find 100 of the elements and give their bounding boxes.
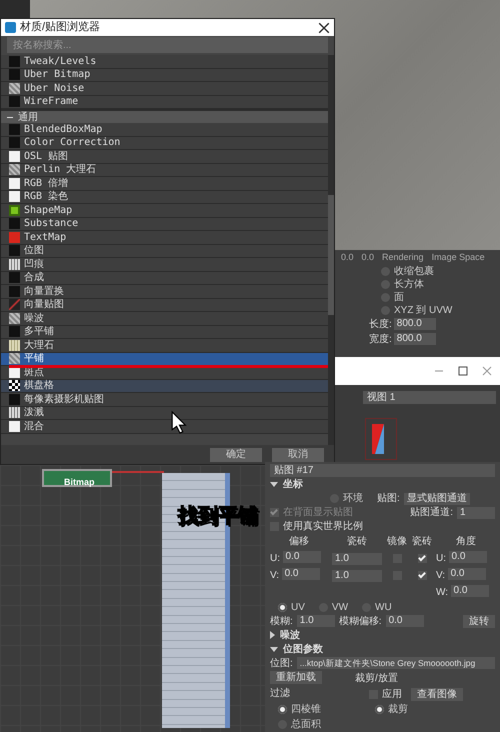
number-field[interactable]: 0.0: [450, 585, 489, 597]
view-image-button[interactable]: 查看图像: [411, 688, 463, 701]
rollout-header[interactable]: 坐标: [270, 478, 495, 491]
field-label: 贴图:: [377, 492, 400, 506]
item-label: RGB 染色: [24, 190, 68, 204]
map-swatch-icon: [9, 124, 20, 135]
radio-button[interactable]: [278, 705, 287, 714]
list-item[interactable]: 合成: [1, 272, 328, 285]
list-item[interactable]: Tweak/Levels: [1, 55, 328, 68]
list-item[interactable]: 向量贴图: [1, 298, 328, 312]
map-channel-dropdown[interactable]: 显式贴图通道: [404, 492, 470, 504]
list-item[interactable]: 每像素摄影机贴图: [1, 393, 328, 406]
list-item[interactable]: Substance: [1, 218, 328, 231]
list-item[interactable]: 混合: [1, 420, 328, 434]
app-icon: [5, 22, 16, 33]
item-label: Tweak/Levels: [24, 55, 96, 69]
node-thumbnail-icon[interactable]: [365, 418, 397, 460]
list-item[interactable]: 大理石: [1, 339, 328, 352]
number-field[interactable]: 1.0: [332, 552, 382, 564]
map-swatch-icon: [9, 204, 20, 216]
checkbox[interactable]: [418, 554, 426, 563]
toolbar-text: 0.0: [362, 251, 374, 264]
radio-button[interactable]: [278, 602, 287, 612]
radio-label: UV: [291, 600, 305, 615]
list-item[interactable]: OSL 贴图: [1, 150, 328, 164]
checkbox[interactable]: [418, 571, 426, 580]
number-field[interactable]: 0.0: [448, 568, 486, 580]
scrollbar[interactable]: [328, 55, 334, 445]
list-item[interactable]: WireFrame: [1, 96, 328, 109]
list-item[interactable]: Color Correction: [1, 136, 328, 150]
map-swatch-icon: [9, 191, 20, 202]
item-label: 棋盘格: [24, 378, 54, 394]
number-field[interactable]: 0.0: [282, 568, 320, 580]
column-header: 偏移: [288, 535, 310, 549]
toolbar-text: Rendering: [382, 251, 424, 264]
map-swatch-icon: [9, 407, 20, 418]
list-item[interactable]: 多平铺: [1, 326, 328, 339]
expand-icon: [270, 482, 278, 487]
dialog-button[interactable]: 取消: [272, 448, 324, 462]
list-item[interactable]: 泼溅: [1, 406, 328, 420]
map-swatch-icon: [9, 380, 20, 392]
item-label: 大理石: [24, 338, 54, 353]
radio-label: 总面积: [291, 718, 321, 732]
field-label: 模糊:: [270, 614, 293, 628]
map-swatch-icon: [9, 340, 20, 351]
number-field[interactable]: 0.0: [386, 615, 424, 627]
dialog-button[interactable]: 确定: [210, 448, 262, 462]
map-swatch-icon: [9, 312, 20, 324]
map-swatch-icon: [9, 232, 20, 243]
dialog-title: 材质/贴图浏览器: [20, 20, 100, 36]
item-label: 向量贴图: [24, 298, 64, 312]
field-label: 位图:: [270, 656, 293, 670]
rollout-header[interactable]: 位图参数: [270, 642, 495, 656]
close-icon[interactable]: [318, 22, 330, 34]
maximize-icon[interactable]: [458, 366, 468, 376]
list-item[interactable]: Perlin 大理石: [1, 164, 328, 177]
radio-label: 收缩包裹: [394, 264, 434, 278]
list-item[interactable]: Uber Bitmap: [1, 68, 328, 82]
rollout-header[interactable]: 噪波: [270, 628, 495, 642]
section-header[interactable]: 通用: [1, 109, 328, 123]
axis-label: U:: [436, 552, 446, 566]
search-field[interactable]: 按名称搜索...: [7, 37, 328, 53]
field-label: 模糊偏移:: [338, 614, 382, 628]
number-field[interactable]: 1: [457, 506, 495, 518]
number-field[interactable]: 0.0: [282, 551, 320, 563]
list-item[interactable]: 棋盘格: [1, 380, 328, 393]
bitmap-path-button[interactable]: ...ktop\新建文件夹\Stone Grey Smoooooth.jpg: [296, 657, 495, 669]
list-item[interactable]: 平铺: [1, 352, 328, 366]
number-field[interactable]: 1.0: [296, 615, 335, 627]
list-item[interactable]: Uber Noise: [1, 82, 328, 96]
list-item[interactable]: 位图: [1, 244, 328, 258]
bitmap-node[interactable]: Bitmap: [42, 469, 112, 487]
number-field[interactable]: 800.0: [394, 318, 436, 330]
item-label: ShapeMap: [24, 204, 72, 218]
map-swatch-icon: [9, 96, 20, 108]
item-label: 每像素摄影机贴图: [24, 392, 104, 406]
radio-button[interactable]: [375, 705, 384, 714]
rollout-title: 噪波: [280, 628, 300, 642]
map-swatch-icon: [9, 420, 20, 432]
map-swatch-icon: [9, 353, 20, 364]
number-field[interactable]: 800.0: [394, 333, 436, 345]
list-item[interactable]: 向量置换: [1, 285, 328, 298]
rotate-button[interactable]: 旋转: [463, 614, 495, 628]
number-field[interactable]: 1.0: [332, 570, 382, 582]
list-item[interactable]: TextMap: [1, 231, 328, 244]
map-swatch-icon: [9, 299, 20, 310]
map-swatch-icon: [9, 150, 20, 162]
item-label: 合成: [24, 270, 44, 286]
list-item[interactable]: RGB 倍增: [1, 177, 328, 190]
number-field[interactable]: 0.0: [448, 551, 486, 563]
reload-button[interactable]: 重新加载: [270, 670, 322, 684]
list-item[interactable]: 凹痕: [1, 258, 328, 272]
map-swatch-icon: [9, 56, 20, 67]
list-item[interactable]: ShapeMap: [1, 204, 328, 218]
map-name-field[interactable]: 贴图 #17: [270, 464, 495, 477]
list-item[interactable]: 噪波: [1, 312, 328, 326]
group-label: 过滤: [270, 686, 291, 701]
list-item[interactable]: RGB 染色: [1, 190, 328, 204]
view-dropdown[interactable]: 视图 1: [363, 391, 496, 404]
list-item[interactable]: BlendedBoxMap: [1, 123, 328, 136]
